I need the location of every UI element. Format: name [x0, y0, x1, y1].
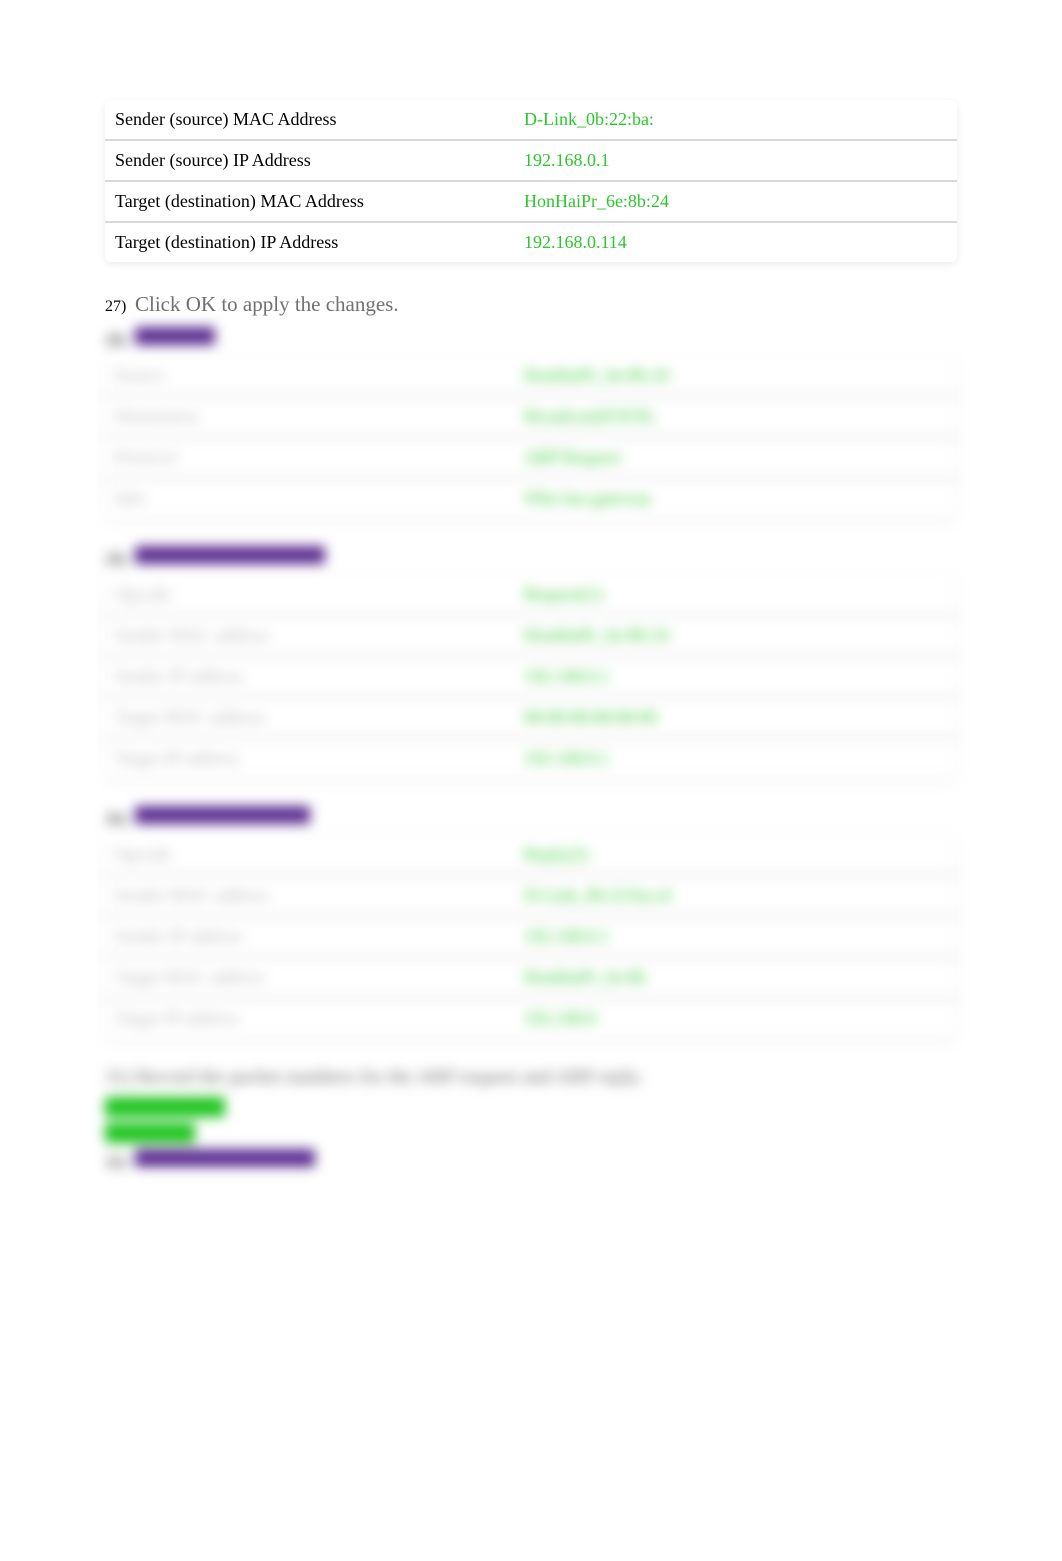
field-label: Sender MAC address: [105, 876, 514, 915]
field-value: 192.168.0.1: [514, 657, 957, 696]
blurred-table: Opcode Request(1) Sender MAC address Hon…: [105, 575, 957, 778]
table-row: Target (destination) MAC Address HonHaiP…: [105, 182, 957, 223]
field-label: Sender (source) IP Address: [105, 141, 514, 182]
field-label: Opcode: [105, 835, 514, 874]
table-row: Sender (source) MAC Address D-Link_0b:22…: [105, 100, 957, 141]
table-row: Sender MAC address HonHaiPr_6e:8b:24: [105, 616, 957, 657]
table-row: Source HonHaiPr_6e:8b:24: [105, 356, 957, 397]
field-label: Target IP address: [105, 999, 514, 1038]
table-row: Target IP address 192.168.0.1: [105, 739, 957, 778]
field-label: Target IP address: [105, 739, 514, 778]
field-label: Destination: [105, 397, 514, 436]
field-value: HonHaiPr_6e:8b:24: [514, 182, 957, 223]
table-row: Sender IP address 192.168.0.1: [105, 917, 957, 958]
table-row: Protocol ARP Request: [105, 438, 957, 479]
blurred-footer: 31) Record the packet numbers for the AR…: [105, 1066, 957, 1172]
table-row: Opcode Reply(2): [105, 835, 957, 876]
table-row: Sender IP address 192.168.0.1: [105, 657, 957, 698]
section-heading: 29): [105, 546, 957, 569]
arp-info-table: Sender (source) MAC Address D-Link_0b:22…: [105, 100, 957, 262]
step-number: 28): [105, 332, 135, 350]
field-label: Target MAC address: [105, 958, 514, 997]
step-text: Click OK to apply the changes.: [135, 292, 399, 317]
section-heading: 30): [105, 806, 957, 829]
section-heading: 28): [105, 327, 957, 350]
highlight-arp-reply: [105, 1123, 195, 1143]
heading-bar-redacted: [135, 327, 215, 345]
field-value: Request(1): [514, 575, 957, 614]
field-label: Protocol: [105, 438, 514, 477]
field-value: 00:00:00:00:00:00: [514, 698, 957, 737]
step-27: 27) Click OK to apply the changes.: [105, 292, 957, 317]
document-page: Sender (source) MAC Address D-Link_0b:22…: [0, 0, 1062, 1172]
field-label: Sender MAC address: [105, 616, 514, 655]
field-label: Target MAC address: [105, 698, 514, 737]
step-number: 30): [105, 811, 135, 829]
field-label: Target (destination) IP Address: [105, 223, 514, 262]
field-value: Who has gateway: [514, 479, 957, 518]
step-number: 32): [105, 1154, 135, 1172]
field-value: ARP Request: [514, 438, 957, 477]
field-value: 192.168.0.1: [514, 917, 957, 956]
table-row: Info Who has gateway: [105, 479, 957, 518]
heading-bar-redacted: [135, 806, 310, 824]
table-row: Target (destination) IP Address 192.168.…: [105, 223, 957, 262]
field-value: 192.168.0: [514, 999, 957, 1038]
table-row: Destination Broadcast(ff:ff:ff): [105, 397, 957, 438]
field-value: 192.168.0.114: [514, 223, 957, 262]
field-label: Info: [105, 479, 514, 518]
field-label: Sender IP address: [105, 657, 514, 696]
step-number: 27): [105, 298, 135, 316]
field-label: Opcode: [105, 575, 514, 614]
field-value: 192.168.0.1: [514, 141, 957, 182]
field-value: Broadcast(ff:ff:ff): [514, 397, 957, 436]
blurred-table: Source HonHaiPr_6e:8b:24 Destination Bro…: [105, 356, 957, 518]
field-value: HonHaiPr_6e:8b:24: [514, 356, 957, 395]
table-row: Sender (source) IP Address 192.168.0.1: [105, 141, 957, 182]
blurred-section-c: 30) Opcode Reply(2) Sender MAC address D…: [105, 806, 957, 1038]
footer-instruction: 31) Record the packet numbers for the AR…: [105, 1066, 957, 1089]
field-value: HonHaiPr_6e:8b:24: [514, 616, 957, 655]
heading-bar-redacted: [135, 1149, 315, 1167]
table-row: Sender MAC address D-Link_0b:22:ba:cd: [105, 876, 957, 917]
table-row: Target MAC address 00:00:00:00:00:00: [105, 698, 957, 739]
field-label: Target (destination) MAC Address: [105, 182, 514, 223]
table-row: Opcode Request(1): [105, 575, 957, 616]
field-value: 192.168.0.1: [514, 739, 957, 778]
blurred-table: Opcode Reply(2) Sender MAC address D-Lin…: [105, 835, 957, 1038]
step-number: 29): [105, 551, 135, 569]
field-value: Reply(2): [514, 835, 957, 874]
table-row: Target IP address 192.168.0: [105, 999, 957, 1038]
field-label: Source: [105, 356, 514, 395]
blurred-section-b: 29) Opcode Request(1) Sender MAC address…: [105, 546, 957, 778]
highlight-arp-request: [105, 1097, 225, 1117]
field-value: D-Link_0b:22:ba:cd: [514, 876, 957, 915]
field-value: HonHaiPr_6e:8b: [514, 958, 957, 997]
blurred-section-a: 28) Source HonHaiPr_6e:8b:24 Destination…: [105, 327, 957, 518]
table-row: Target MAC address HonHaiPr_6e:8b: [105, 958, 957, 999]
field-value: D-Link_0b:22:ba:: [514, 100, 957, 141]
field-label: Sender IP address: [105, 917, 514, 956]
field-label: Sender (source) MAC Address: [105, 100, 514, 141]
heading-bar-redacted: [135, 546, 325, 564]
